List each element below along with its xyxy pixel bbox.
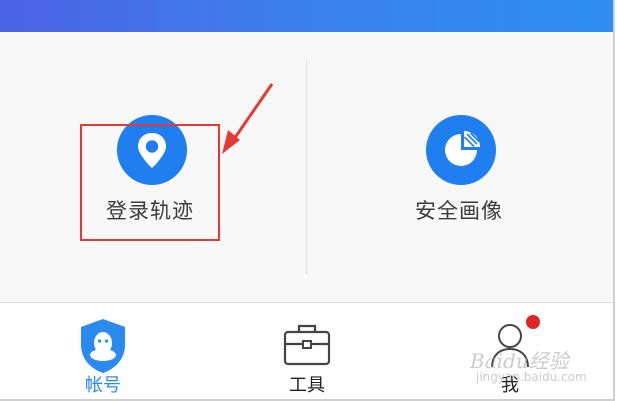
tool-security-profile-label: 安全画像 — [415, 199, 503, 223]
tab-account-label: 帐号 — [85, 375, 121, 396]
pie-chart-icon — [426, 115, 496, 185]
annotation-highlight-box — [80, 124, 220, 241]
toolbox-icon — [283, 324, 331, 366]
notification-badge — [526, 315, 540, 329]
app-screen: 登录轨迹 安全画像 帐号 工具 我 Baidu经验 jingyan.baidu.… — [0, 0, 615, 401]
qq-shield-icon — [81, 319, 125, 373]
header-bar — [0, 0, 613, 32]
tab-tools[interactable]: 工具 — [247, 303, 367, 399]
annotation-arrow-icon — [222, 83, 274, 154]
tab-tools-label: 工具 — [289, 375, 325, 396]
tab-account[interactable]: 帐号 — [43, 303, 163, 399]
pie-chart-icon-svg — [445, 131, 480, 166]
tools-divider — [306, 60, 307, 274]
watermark-subtext: jingyan.baidu.com — [476, 370, 587, 384]
